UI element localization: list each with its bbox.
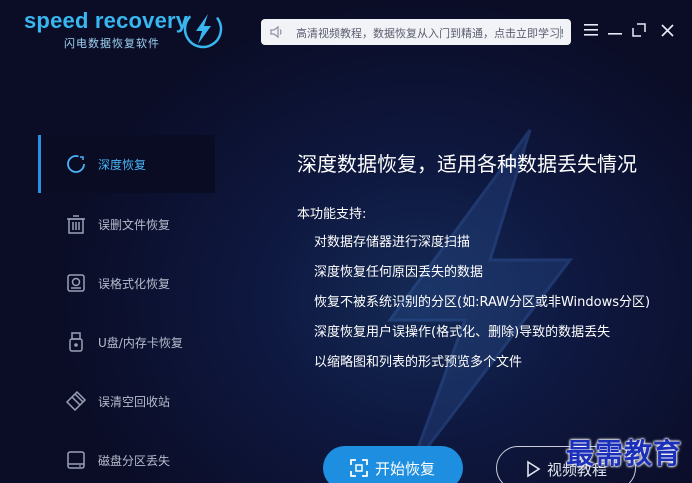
feature-item: 恢复不被系统识别的分区(如:RAW分区或非Windows分区) — [314, 295, 651, 310]
feature-item: 深度恢复用户误操作(格式化、删除)导致的数据丢失 — [314, 325, 611, 340]
sidebar-item-partition-lost[interactable]: 磁盘分区丢失 — [38, 431, 212, 483]
notice-text[interactable]: 高清视频教程，数据恢复从入门到精通，点击立即学习! — [296, 25, 564, 41]
feature-item: 以缩略图和列表的形式预览多个文件 — [314, 355, 523, 370]
support-heading: 本功能支持: — [297, 207, 367, 222]
app-window: speed recovery 闪电数据恢复软件 高清视频教程，数据恢复从入门到精… — [0, 0, 692, 483]
scan-icon — [350, 459, 368, 477]
feature-item: 对数据存储器进行深度扫描 — [314, 235, 471, 250]
maximize-icon[interactable] — [630, 20, 648, 40]
sidebar-item-deleted-files[interactable]: 误删文件恢复 — [38, 195, 212, 253]
deep-recovery-icon — [67, 155, 85, 173]
sidebar-item-label: 误格式化恢复 — [98, 276, 171, 291]
sidebar-item-recycle-bin[interactable]: 误清空回收站 — [38, 372, 212, 430]
lightning-logo-icon — [183, 9, 223, 49]
sidebar-item-label: 误清空回收站 — [98, 394, 171, 409]
title-bar: speed recovery 闪电数据恢复软件 高清视频教程，数据恢复从入门到精… — [0, 0, 692, 62]
sidebar-item-format-recovery[interactable]: 误格式化恢复 — [38, 254, 212, 312]
hard-disk-icon — [67, 451, 85, 469]
menu-icon[interactable] — [582, 20, 600, 40]
sidebar-item-label: 深度恢复 — [98, 157, 147, 172]
sidebar-item-label: 磁盘分区丢失 — [98, 453, 171, 468]
sidebar-item-usb-recovery[interactable]: U盘/内存卡恢复 — [38, 313, 212, 371]
notice-divider — [560, 26, 561, 39]
sidebar-item-label: 误删文件恢复 — [98, 217, 171, 232]
logo-text: speed recovery — [24, 8, 189, 33]
close-icon[interactable] — [658, 20, 676, 40]
format-disk-icon — [67, 274, 85, 292]
logo-subtitle: 闪电数据恢复软件 — [64, 37, 160, 50]
play-icon — [527, 460, 541, 478]
usb-drive-icon — [69, 332, 83, 352]
start-recovery-label: 开始恢复 — [375, 460, 436, 478]
sidebar-item-deep-recovery[interactable]: 深度恢复 — [38, 135, 215, 193]
eraser-icon — [65, 390, 87, 412]
minimize-icon[interactable] — [606, 20, 624, 40]
sidebar-item-label: U盘/内存卡恢复 — [98, 335, 183, 350]
tutorial-notice-bar[interactable]: 高清视频教程，数据恢复从入门到精通，点击立即学习! — [261, 19, 571, 45]
feature-item: 深度恢复任何原因丢失的数据 — [314, 265, 484, 280]
start-recovery-button[interactable]: 开始恢复 — [323, 446, 463, 483]
speaker-icon — [270, 25, 282, 39]
trash-icon — [67, 215, 85, 234]
watermark: 最需教育 — [566, 437, 683, 470]
page-title: 深度数据恢复，适用各种数据丢失情况 — [297, 152, 637, 176]
